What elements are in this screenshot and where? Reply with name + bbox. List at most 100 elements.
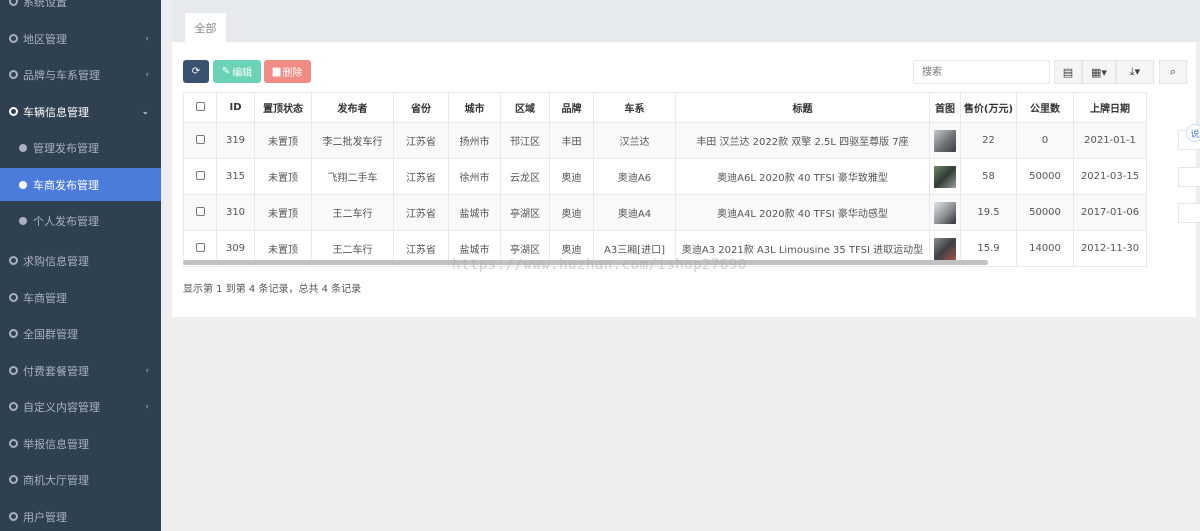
chevron-left-icon: ‹ <box>145 69 149 80</box>
column-header[interactable]: 省份 <box>393 92 449 123</box>
car-thumbnail[interactable] <box>934 165 956 188</box>
cell-series: 汉兰达 <box>593 122 676 159</box>
cell-pin-status: 未置顶 <box>254 158 312 195</box>
cell-image <box>929 194 961 231</box>
sidebar-item-label: 车辆信息管理 <box>23 105 89 119</box>
cell-province: 江苏省 <box>393 122 449 159</box>
cell-image <box>929 158 961 195</box>
tab-all[interactable]: 全部 <box>184 12 227 42</box>
cell-image <box>929 122 961 159</box>
sidebar-item-label: 付费套餐管理 <box>23 364 89 378</box>
row-select-cell <box>183 158 217 195</box>
table-row[interactable]: 315 未置顶 飞翔二手车 江苏省 徐州市 云龙区 奥迪 奥迪A6 奥迪A6L … <box>183 158 1147 195</box>
sidebar-item-system-settings[interactable]: 系统设置 <box>0 0 161 18</box>
chat-bubble-icon[interactable]: 说 <box>1186 124 1200 142</box>
sidebar: 系统设置 地区管理 ‹ 品牌与车系管理 ‹ 车辆信息管理 ⌄ 管理发布管理 车商… <box>0 0 161 531</box>
select-all-checkbox[interactable] <box>195 101 205 111</box>
cell-reg-date: 2012-11-30 <box>1073 230 1147 267</box>
circle-icon <box>9 0 18 6</box>
car-thumbnail[interactable] <box>934 201 956 224</box>
row-checkbox[interactable] <box>195 242 205 252</box>
column-header[interactable]: 标题 <box>675 92 930 123</box>
cell-mileage: 0 <box>1016 122 1074 159</box>
row-checkbox[interactable] <box>195 134 205 144</box>
sidebar-item-paid-packages[interactable]: 付费套餐管理 ‹ <box>0 354 161 387</box>
sidebar-subitem-dealer-publish[interactable]: 车商发布管理 <box>0 168 161 201</box>
sidebar-item-brand-series[interactable]: 品牌与车系管理 ‹ <box>0 58 161 91</box>
cell-district: 亭湖区 <box>500 194 550 231</box>
cell-series: 奥迪A4 <box>593 194 676 231</box>
column-header[interactable]: 车系 <box>593 92 676 123</box>
column-header[interactable]: 上牌日期 <box>1073 92 1147 123</box>
export-button[interactable]: ⤓▾ <box>1116 60 1154 84</box>
cell-city: 徐州市 <box>448 158 501 195</box>
grid-icon: ▦▾ <box>1091 65 1107 79</box>
pencil-icon: ✎ <box>221 66 231 77</box>
table-row[interactable]: 310 未置顶 王二车行 江苏省 盐城市 亭湖区 奥迪 奥迪A4 奥迪A4L 2… <box>183 194 1147 231</box>
refresh-button[interactable]: ⟳ <box>183 60 209 83</box>
data-table: ID 置顶状态 发布者 省份 城市 区域 品牌 车系 标题 首图 售价(万元) … <box>183 92 1147 267</box>
search-input[interactable] <box>913 60 1050 84</box>
sidebar-item-custom-content[interactable]: 自定义内容管理 ‹ <box>0 390 161 423</box>
sidebar-item-national-groups[interactable]: 全国群管理 <box>0 317 161 350</box>
refresh-icon: ⟳ <box>191 66 201 77</box>
cell-publisher: 飞翔二手车 <box>311 158 394 195</box>
cell-mileage: 50000 <box>1016 194 1074 231</box>
row-action-button[interactable] <box>1178 203 1200 223</box>
cell-district: 邗江区 <box>500 122 550 159</box>
sidebar-subitem-personal-publish[interactable]: 个人发布管理 <box>0 204 161 237</box>
sidebar-item-users[interactable]: 用户管理 <box>0 500 161 531</box>
row-checkbox[interactable] <box>195 206 205 216</box>
sidebar-item-label: 品牌与车系管理 <box>23 68 100 82</box>
tab-bar: 全部 <box>172 0 1200 42</box>
card-view-icon: ▤ <box>1062 65 1074 79</box>
sidebar-item-label: 管理发布管理 <box>33 141 99 155</box>
table-header-row: ID 置顶状态 发布者 省份 城市 区域 品牌 车系 标题 首图 售价(万元) … <box>183 92 1147 123</box>
sidebar-subitem-admin-publish[interactable]: 管理发布管理 <box>0 131 161 164</box>
cell-mileage: 14000 <box>1016 230 1074 267</box>
car-thumbnail[interactable] <box>934 129 956 152</box>
row-action-button[interactable] <box>1178 167 1200 187</box>
cell-reg-date: 2021-01-1 <box>1073 122 1147 159</box>
sidebar-item-reports[interactable]: 举报信息管理 <box>0 427 161 460</box>
toggle-view-button[interactable]: ▤ <box>1054 60 1082 84</box>
cell-brand: 丰田 <box>549 122 594 159</box>
sidebar-item-vehicle-info[interactable]: 车辆信息管理 ⌄ <box>0 95 161 128</box>
cell-city: 扬州市 <box>448 122 501 159</box>
delete-button[interactable]: ▆ 删除 <box>264 60 311 83</box>
column-header[interactable]: 售价(万元) <box>960 92 1017 123</box>
sidebar-item-label: 全国群管理 <box>23 327 78 341</box>
edit-button[interactable]: ✎ 编辑 <box>213 60 261 83</box>
car-thumbnail[interactable] <box>934 237 956 260</box>
column-header[interactable]: ID <box>216 92 255 123</box>
search-icon: ⌕ <box>1169 65 1177 78</box>
cell-city: 盐城市 <box>448 194 501 231</box>
circle-icon <box>9 329 18 338</box>
row-checkbox[interactable] <box>195 170 205 180</box>
column-header[interactable]: 置顶状态 <box>254 92 312 123</box>
sidebar-item-label: 车商管理 <box>23 291 67 305</box>
cell-publisher: 李二批发车行 <box>311 122 394 159</box>
cell-title: 奥迪A4L 2020款 40 TFSI 豪华动感型 <box>675 194 930 231</box>
column-header[interactable]: 发布者 <box>311 92 394 123</box>
table-row[interactable]: 319 未置顶 李二批发车行 江苏省 扬州市 邗江区 丰田 汉兰达 丰田 汉兰达… <box>183 122 1147 159</box>
download-icon: ⤓▾ <box>1129 65 1141 78</box>
chevron-left-icon: ‹ <box>145 401 149 412</box>
column-header[interactable]: 公里数 <box>1016 92 1074 123</box>
sidebar-item-dealers[interactable]: 车商管理 <box>0 281 161 314</box>
column-header[interactable]: 品牌 <box>549 92 594 123</box>
column-header[interactable]: 首图 <box>929 92 961 123</box>
cell-mileage: 50000 <box>1016 158 1074 195</box>
search-toggle-button[interactable]: ⌕ <box>1159 60 1187 84</box>
column-header[interactable]: 区域 <box>500 92 550 123</box>
sidebar-item-region[interactable]: 地区管理 ‹ <box>0 22 161 55</box>
cell-pin-status: 未置顶 <box>254 194 312 231</box>
column-header[interactable]: 城市 <box>448 92 501 123</box>
sidebar-item-purchase-info[interactable]: 求购信息管理 <box>0 244 161 277</box>
sidebar-item-business-hall[interactable]: 商机大厅管理 <box>0 463 161 496</box>
columns-button[interactable]: ▦▾ <box>1082 60 1116 84</box>
chevron-down-icon: ⌄ <box>141 106 149 117</box>
sidebar-item-label: 商机大厅管理 <box>23 473 89 487</box>
sidebar-item-label: 求购信息管理 <box>23 254 89 268</box>
circle-icon <box>9 34 18 43</box>
